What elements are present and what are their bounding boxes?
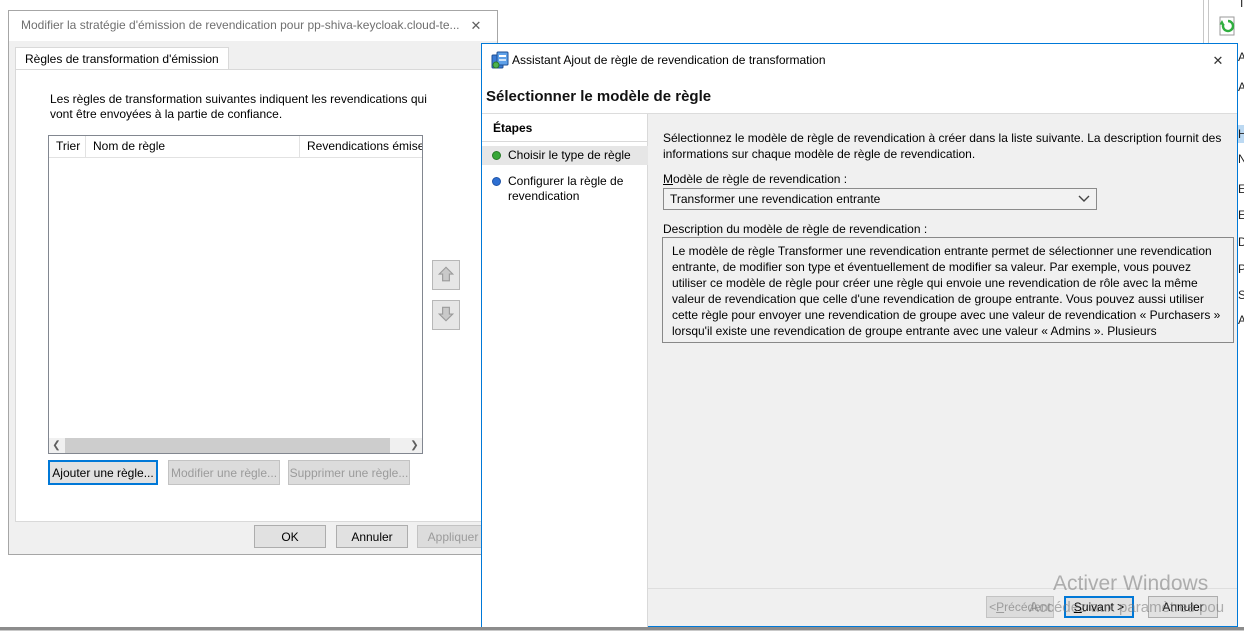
background-pane-text-fragment: A [1238,78,1244,96]
wizard-header: Sélectionner le modèle de règle [482,76,1237,113]
mnemonic: P [996,600,1004,614]
background-pane-text-fragment: A [1238,48,1244,66]
horizontal-scrollbar[interactable]: ❮ ❯ [49,438,422,453]
move-down-button[interactable] [432,300,460,330]
wizard-intro-text: Sélectionnez le modèle de règle de reven… [663,131,1229,162]
mnemonic: S [1074,600,1082,614]
ok-button[interactable]: OK [254,525,326,548]
arrow-down-icon [437,305,455,326]
step-choose-rule-type[interactable]: Choisir le type de règle [482,146,648,165]
next-button[interactable]: Suivant > [1064,596,1134,618]
dialog-title: Modifier la stratégie d'émission de reve… [21,18,460,32]
steps-sidebar: Étapes Choisir le type de règle Configur… [482,114,648,627]
scrollbar-thumb[interactable] [65,438,390,453]
chevron-down-icon [1078,192,1090,206]
background-pane-text-fragment: N [1238,150,1244,168]
wizard-icon [491,51,509,72]
tab-page: Les règles de transformation suivantes i… [15,69,493,522]
rule-template-description: Le modèle de règle Transformer une reven… [662,237,1234,343]
step-current-icon [492,151,501,160]
scroll-right-icon[interactable]: ❯ [407,438,422,453]
remove-rule-button[interactable]: Supprimer une règle... [288,460,410,485]
add-transform-claim-rule-wizard: Assistant Ajout de règle de revendicatio… [481,43,1238,627]
close-icon[interactable]: ✕ [463,15,489,37]
cancel-button[interactable]: Annuler [336,525,408,548]
wizard-content: Sélectionnez le modèle de règle de reven… [648,114,1237,626]
wizard-titlebar: Assistant Ajout de règle de revendicatio… [482,44,1237,76]
steps-title: Étapes [493,121,532,135]
divider [648,588,1237,589]
background-window-edge [0,627,1244,631]
label-text: < [989,600,996,614]
step-upcoming-icon [492,177,501,186]
background-pane-text-fragment: S [1238,286,1244,304]
label-text: récédent [1004,600,1051,614]
selected-rule-template: Transformer une revendication entrante [670,192,1078,206]
mnemonic: M [663,172,673,186]
scroll-left-icon[interactable]: ❮ [49,438,64,453]
wizard-cancel-button[interactable]: Annuler [1148,596,1218,618]
column-header-name[interactable]: Nom de règle [86,136,300,158]
column-header-order[interactable]: Trier [49,136,86,158]
divider [482,141,647,142]
rules-intro-text: Les règles de transformation suivantes i… [50,92,450,122]
close-icon[interactable]: ✕ [1205,50,1231,72]
column-header-issued[interactable]: Revendications émises [300,136,422,158]
tab-label: Règles de transformation d'émission [25,52,219,66]
edit-rule-button[interactable]: Modifier une règle... [168,460,280,485]
previous-button[interactable]: < Précédent [986,596,1054,618]
label-text: uivant > [1082,600,1124,614]
page-title: Sélectionner le modèle de règle [486,88,711,105]
tab-issuance-transform-rules[interactable]: Règles de transformation d'émission [15,47,229,70]
add-rule-button[interactable]: Ajouter une règle... [48,460,158,485]
desktop: T A A H N E E D P S A Modifier la straté… [0,0,1244,631]
rule-template-description-label: Description du modèle de règle de revend… [663,222,927,236]
dialog-titlebar: Modifier la stratégie d'émission de reve… [9,11,497,41]
wizard-title: Assistant Ajout de règle de revendicatio… [512,53,826,67]
apply-button[interactable]: Appliquer [417,525,489,548]
rules-list-body[interactable] [49,158,422,438]
rule-template-label: Modèle de règle de revendication : [663,172,847,186]
rules-list[interactable]: Trier Nom de règle Revendications émises… [48,135,423,454]
claim-issuance-policy-dialog: Modifier la stratégie d'émission de reve… [8,10,498,555]
move-up-button[interactable] [432,260,460,290]
arrow-up-icon [437,265,455,286]
label-text: odèle de règle de revendication : [673,172,847,186]
background-pane-text-fragment: E [1238,180,1244,198]
rules-list-header: Trier Nom de règle Revendications émises [49,136,422,158]
background-pane-text-fragment: A [1238,311,1244,329]
rule-template-select[interactable]: Transformer une revendication entrante [663,188,1097,210]
refresh-icon[interactable] [1218,16,1238,38]
background-pane-text-fragment: T [1238,0,1244,12]
background-pane-text-fragment: D [1238,233,1244,251]
step-configure-claim-rule[interactable]: Configurer la règle de revendication [482,172,648,206]
step-label: Choisir le type de règle [508,146,635,165]
background-pane-text-fragment: P [1238,260,1244,278]
step-label: Configurer la règle de revendication [508,172,648,206]
background-pane-text-fragment: E [1238,206,1244,224]
